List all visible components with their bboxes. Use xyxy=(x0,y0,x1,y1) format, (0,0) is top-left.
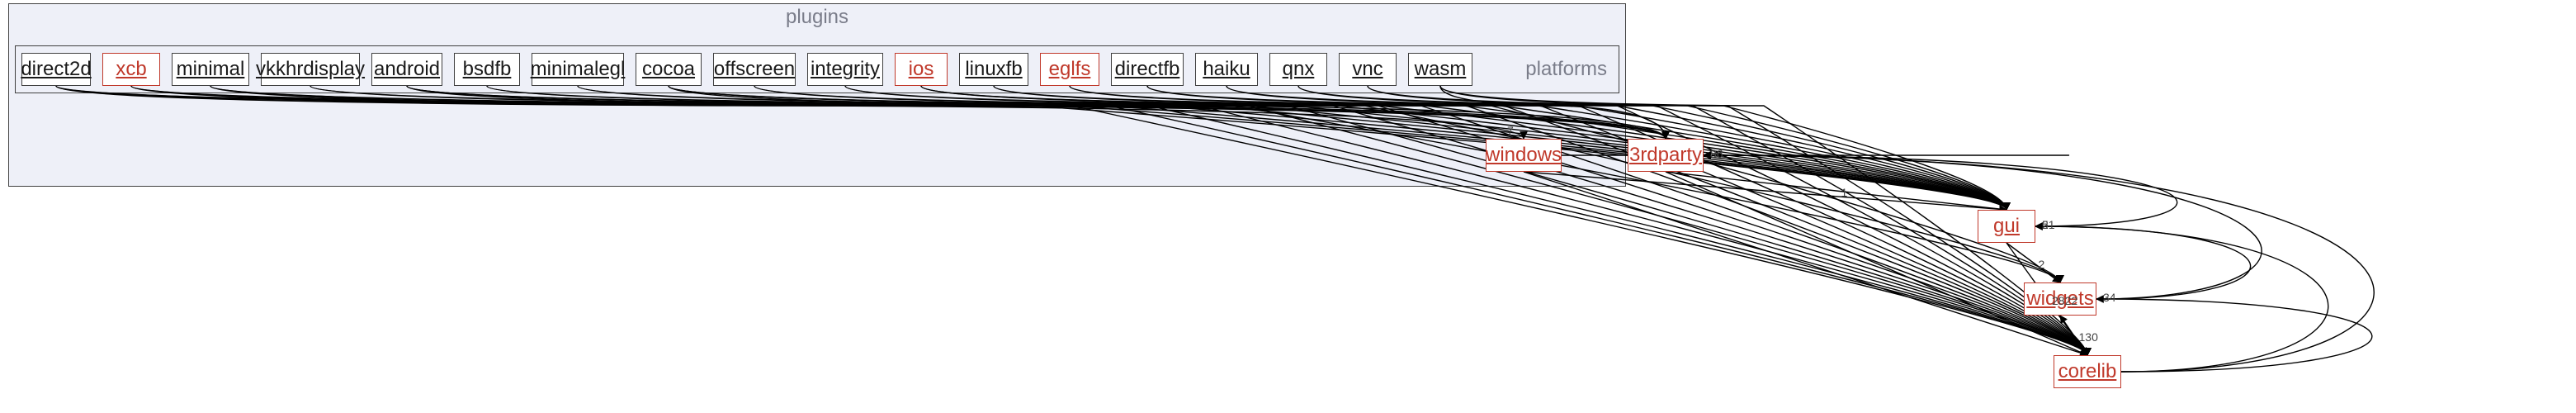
edge-gui-to-widgets xyxy=(2006,243,2060,282)
node-ios[interactable]: ios xyxy=(895,53,948,86)
edge-label-gui-3rdparty: 8 xyxy=(1710,147,1717,160)
node-windows[interactable]: windows xyxy=(1486,139,1562,172)
cluster-plugins-title: plugins xyxy=(786,6,848,29)
edge-label-widgets-gui: 21 xyxy=(2042,218,2055,231)
node-label: minimalegl xyxy=(531,58,626,81)
node-label: eglfs xyxy=(1049,58,1091,81)
node-label: direct2d xyxy=(21,58,91,81)
node-label: 3rdparty xyxy=(1629,144,1702,167)
node-haiku[interactable]: haiku xyxy=(1195,53,1258,86)
node-label: xcb xyxy=(116,58,146,81)
edge-label-gui-widgets: 2 xyxy=(2039,258,2045,271)
node-gui[interactable]: gui xyxy=(1978,210,2035,243)
cluster-platforms-title: platforms xyxy=(1525,58,1607,81)
node-label: windows xyxy=(1486,144,1562,167)
node-label: cocoa xyxy=(642,58,695,81)
node-directfb[interactable]: directfb xyxy=(1111,53,1184,86)
node-integrity[interactable]: integrity xyxy=(807,53,883,86)
node-label: vnc xyxy=(1352,58,1383,81)
node-vkkhrdisplay[interactable]: vkkhrdisplay xyxy=(261,53,360,86)
node-label: ios xyxy=(909,58,934,81)
node-widgets[interactable]: widgets xyxy=(2024,282,2096,316)
node-label: wasm xyxy=(1415,58,1467,81)
edge-gui-to-3rdparty xyxy=(1704,155,2177,226)
cluster-plugins: plugins xyxy=(8,3,1626,187)
edge-label-corelib-gui: 5 xyxy=(2042,218,2049,231)
node-wasm[interactable]: wasm xyxy=(1408,53,1472,86)
edge-corelib-to-widgets xyxy=(2096,299,2372,372)
node-label: vkkhrdisplay xyxy=(256,58,365,81)
edge-3rdparty-to-corelib xyxy=(1666,172,2087,355)
node-label: corelib xyxy=(2058,360,2117,383)
node-label: minimal xyxy=(177,58,245,81)
node-qnx[interactable]: qnx xyxy=(1269,53,1327,86)
node-minimal[interactable]: minimal xyxy=(172,53,249,86)
node-3rdparty[interactable]: 3rdparty xyxy=(1628,139,1704,172)
edge-corelib-to-3rdparty xyxy=(1704,155,2374,372)
node-offscreen[interactable]: offscreen xyxy=(713,53,796,86)
node-direct2d[interactable]: direct2d xyxy=(21,53,91,86)
node-cocoa[interactable]: cocoa xyxy=(636,53,702,86)
edge-3rdparty-to-gui xyxy=(1666,172,2006,210)
edge-widgets-to-corelib xyxy=(2060,316,2087,355)
node-label: haiku xyxy=(1203,58,1250,81)
node-vnc[interactable]: vnc xyxy=(1339,53,1397,86)
edge-label-corelib-widgets: 34 xyxy=(2103,291,2116,304)
node-bsdfb[interactable]: bsdfb xyxy=(454,53,520,86)
node-xcb[interactable]: xcb xyxy=(102,53,160,86)
node-label: bsdfb xyxy=(463,58,512,81)
node-label: offscreen xyxy=(714,58,795,81)
node-label: directfb xyxy=(1115,58,1180,81)
node-label: widgets xyxy=(2026,287,2093,311)
node-label: qnx xyxy=(1283,58,1315,81)
node-label: integrity xyxy=(811,58,880,81)
node-minimalegl[interactable]: minimalegl xyxy=(532,53,624,86)
node-linuxfb[interactable]: linuxfb xyxy=(959,53,1028,86)
node-label: android xyxy=(374,58,440,81)
edge-windows-to-corelib xyxy=(1524,172,2087,355)
node-label: gui xyxy=(1993,215,2020,238)
edge-label-3rdparty-gui: 1 xyxy=(1841,186,1848,199)
node-android[interactable]: android xyxy=(371,53,442,86)
node-label: linuxfb xyxy=(965,58,1022,81)
node-corelib[interactable]: corelib xyxy=(2054,355,2121,388)
edge-label-widgets-corelib: 130 xyxy=(2079,330,2098,344)
edge-label-windows-3rdparty: 36 xyxy=(1710,147,1723,160)
node-eglfs[interactable]: eglfs xyxy=(1040,53,1099,86)
